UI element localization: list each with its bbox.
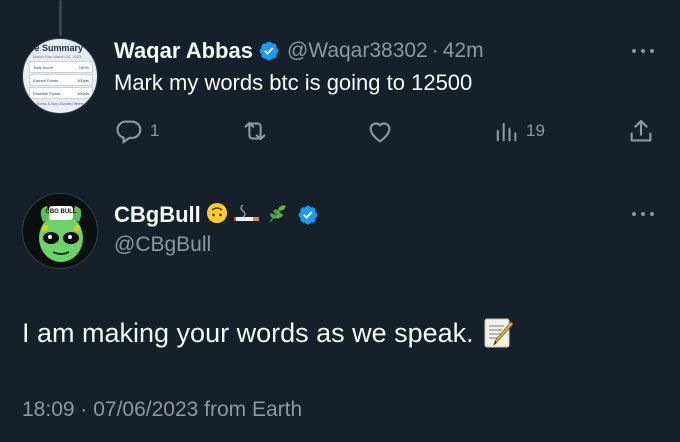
avatar[interactable]: re Summary Match Run March 24, 2023 Tota… [22, 38, 98, 114]
tweet-action-bar: 1 19 [0, 116, 680, 146]
verified-badge-icon [298, 205, 318, 225]
avatar-card-row: Earned Points 100pts [29, 74, 93, 86]
reply-icon [116, 120, 142, 145]
tweet-meta[interactable]: 18:09 · 07/06/2023 from Earth [22, 398, 302, 422]
avatar-card-footer: Extra & Non-Scored Items [37, 101, 84, 106]
retweet-button[interactable] [240, 116, 276, 146]
display-name[interactable]: CBgBull [114, 202, 201, 228]
tweet-header: Waqar Abbas @Waqar38302 · 42m [114, 36, 484, 66]
herb-icon [266, 202, 290, 229]
avatar-card-title: re Summary [31, 43, 84, 53]
tweet-timestamp[interactable]: 42m [443, 39, 484, 63]
share-button[interactable] [626, 116, 656, 146]
heart-icon [369, 122, 391, 143]
display-name[interactable]: Waqar Abbas [114, 38, 253, 64]
more-options-icon[interactable] [628, 206, 658, 222]
retweet-icon [244, 121, 266, 141]
verified-badge-icon [259, 41, 279, 61]
avatar-card-row: Possible Points 100pts [29, 87, 93, 99]
memo-icon [484, 318, 514, 348]
cigarette-icon [233, 202, 261, 229]
tweet-text-row: I am making your words as we speak. [22, 316, 516, 350]
alien-bull-avatar-icon: CBG BULL [39, 206, 83, 262]
thread-connector-line [59, 0, 62, 36]
share-icon [630, 119, 652, 142]
analytics-icon [496, 122, 517, 142]
tweet-text: I am making your words as we speak. [22, 317, 474, 348]
views-count: 19 [526, 121, 545, 140]
user-handle[interactable]: @Waqar38302 [287, 39, 428, 63]
avatar-logo-text: CBG BULL [46, 209, 77, 215]
avatar-card-subtitle: Match Run March 24, 2023 [33, 54, 82, 59]
reply-count: 1 [150, 121, 160, 140]
reply-button[interactable]: 1 [114, 116, 159, 146]
user-handle[interactable]: @CBgBull [114, 233, 211, 257]
avatar[interactable]: CBG BULL [22, 193, 98, 269]
more-options-icon[interactable] [628, 43, 658, 59]
avatar-card-row: Total Score 100% [29, 61, 93, 73]
tweet-text: Mark my words btc is going to 12500 [114, 70, 473, 95]
tweet-header: CBgBull [114, 200, 319, 230]
views-button[interactable]: 19 [492, 116, 545, 146]
upside-down-face-icon [206, 202, 228, 229]
separator-dot: · [431, 39, 439, 62]
like-button[interactable] [365, 116, 401, 146]
